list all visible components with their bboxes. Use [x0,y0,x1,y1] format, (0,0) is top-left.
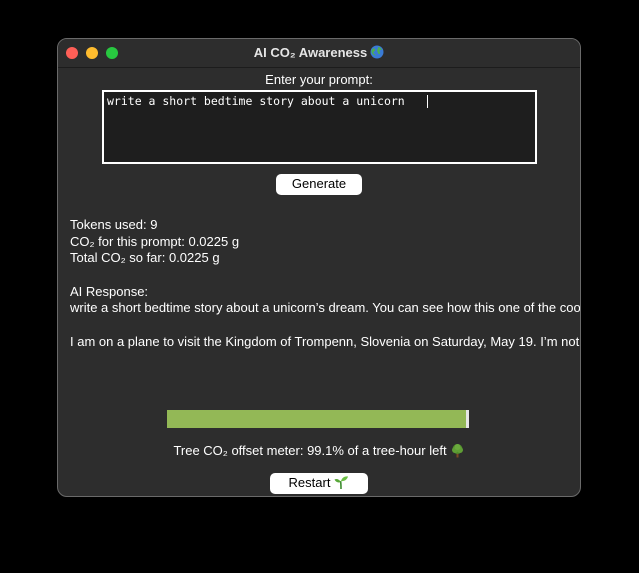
ai-response-label: AI Response: [70,283,149,299]
globe-icon [370,45,384,59]
window-title: AI CO₂ Awareness [58,45,580,61]
generate-button[interactable]: Generate [276,174,362,195]
ai-response-paragraph-1: write a short bedtime story about a unic… [70,300,581,315]
window-title-text: AI CO₂ Awareness [253,45,368,60]
prompt-label: Enter your prompt: [265,72,373,87]
sprout-icon [334,476,349,490]
text-caret [427,95,428,108]
tree-offset-meter-text: Tree CO₂ offset meter: 99.1% of a tree-h… [173,443,447,458]
tree-offset-progress-bar [167,410,469,428]
app-window: AI CO₂ Awareness Enter your prompt: Gene… [57,38,581,497]
results-panel: Tokens used: 9 CO₂ for this prompt: 0.02… [70,217,580,350]
co2-prompt-text: CO₂ for this prompt: 0.0225 g [70,233,240,249]
co2-total-text: Total CO₂ so far: 0.0225 g [70,250,220,265]
restart-button[interactable]: Restart [270,473,368,494]
restart-button-label: Restart [288,475,331,490]
title-bar[interactable]: AI CO₂ Awareness [58,39,580,68]
prompt-input[interactable] [102,90,537,164]
tokens-used-text: Tokens used: 9 [70,217,158,232]
ai-response-paragraph-2: I am on a plane to visit the Kingdom of … [70,333,580,349]
progress-fill [167,410,467,428]
tree-icon [451,444,463,458]
tree-offset-meter-label: Tree CO₂ offset meter: 99.1% of a tree-h… [58,443,580,459]
